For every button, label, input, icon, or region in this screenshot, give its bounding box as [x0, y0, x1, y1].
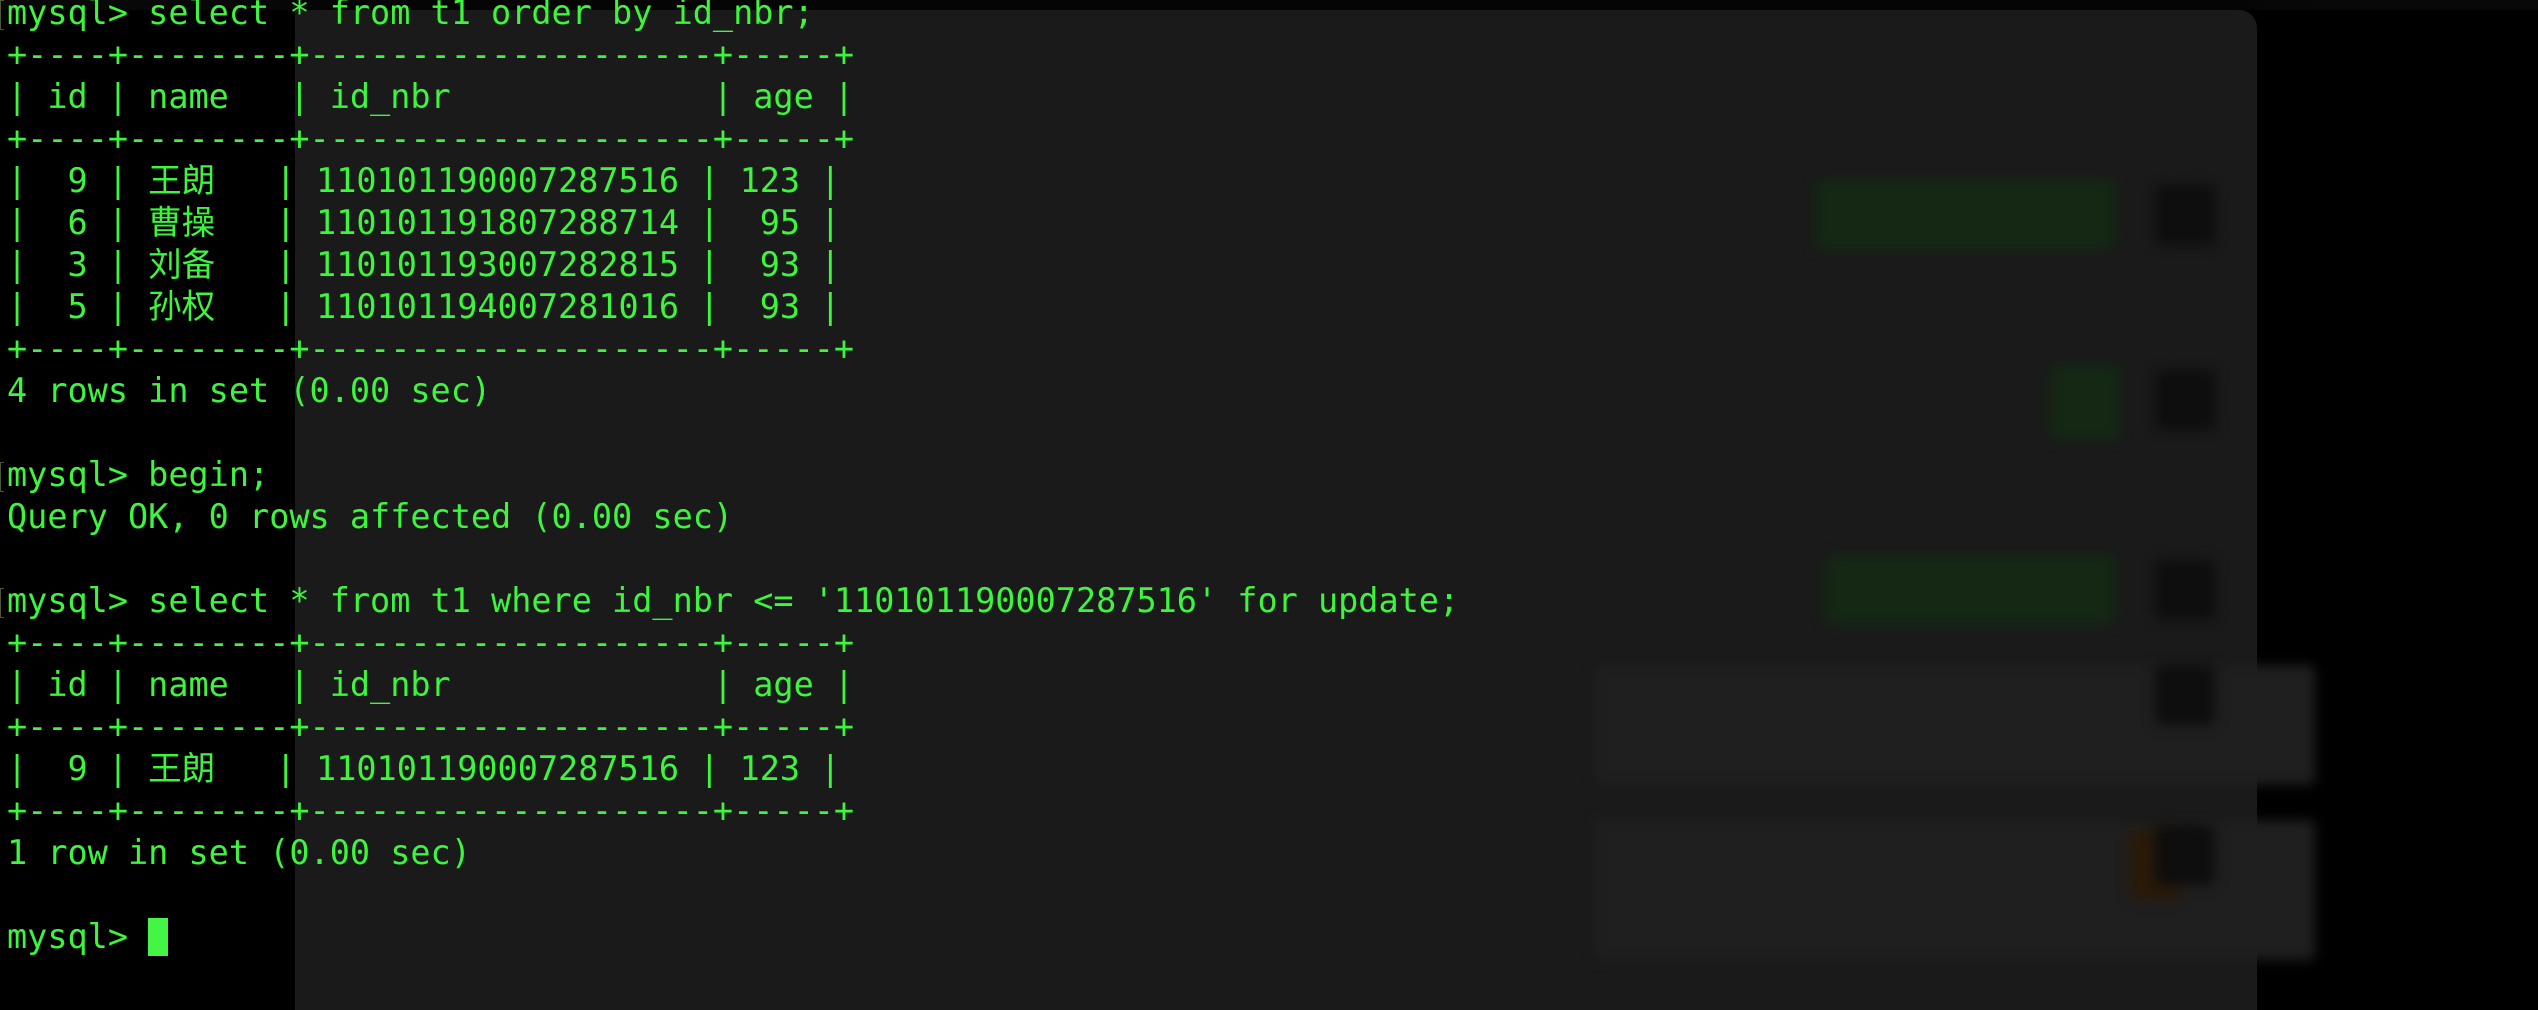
command-line: mysql> select * from t1 where id_nbr <= …	[0, 580, 1459, 622]
text-cursor	[148, 918, 169, 956]
output-line: +----+--------+--------------------+----…	[7, 623, 855, 662]
output-line: +----+--------+--------------------+----…	[7, 35, 855, 74]
output-line: +----+--------+--------------------+----…	[7, 707, 855, 746]
blurred-side-icon	[2155, 370, 2215, 430]
blurred-side-icon	[2155, 185, 2215, 245]
output-line: 4 rows in set (0.00 sec)	[7, 371, 492, 410]
terminal-output[interactable]: mysql> select * from t1 order by id_nbr;…	[0, 0, 1459, 958]
blurred-green-button	[1815, 180, 2115, 250]
output-line: +----+--------+--------------------+----…	[7, 329, 855, 368]
output-line: 1 row in set (0.00 sec)	[7, 833, 471, 872]
output-line: +----+--------+--------------------+----…	[7, 791, 855, 830]
command-line: mysql> begin;	[0, 454, 1459, 496]
output-line: | id | name | id_nbr | age |	[7, 665, 855, 704]
output-line: | 9 | 王朗 | 110101190007287516 | 123 |	[7, 749, 841, 788]
output-line: | 5 | 孙权 | 110101194007281016 | 93 |	[7, 287, 841, 326]
output-line: | 6 | 曹操 | 110101191807288714 | 95 |	[7, 203, 841, 242]
output-line: | id | name | id_nbr | age |	[7, 77, 855, 116]
output-line: +----+--------+--------------------+----…	[7, 119, 855, 158]
blurred-green-button	[1825, 555, 2115, 625]
prompt-label: mysql>	[7, 917, 149, 956]
blurred-green-button	[2050, 365, 2120, 440]
output-line: Query OK, 0 rows affected (0.00 sec)	[7, 497, 734, 536]
command-line: mysql> select * from t1 order by id_nbr;	[0, 0, 1459, 34]
output-line: | 9 | 王朗 | 110101190007287516 | 123 |	[7, 161, 841, 200]
blurred-side-icon	[2155, 560, 2215, 620]
input-prompt-line[interactable]: mysql>	[0, 916, 1459, 958]
blurred-side-icon	[2155, 665, 2215, 725]
blurred-side-icon	[2155, 825, 2215, 885]
output-line: | 3 | 刘备 | 110101193007282815 | 93 |	[7, 245, 841, 284]
